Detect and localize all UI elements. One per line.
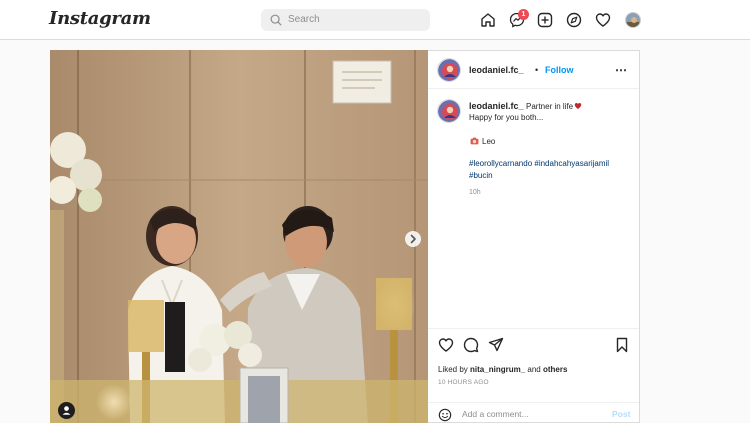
- couple-photo-image: [50, 50, 428, 423]
- search-icon: [270, 14, 282, 26]
- photo-credit: Leo: [482, 137, 496, 146]
- bookmark-icon[interactable]: [614, 337, 630, 353]
- explore-icon[interactable]: [566, 12, 582, 28]
- emoji-icon[interactable]: [438, 408, 452, 422]
- more-options-icon[interactable]: ⋯: [615, 63, 627, 77]
- post-photo[interactable]: [50, 50, 428, 423]
- comment-composer: Add a comment... Post: [428, 402, 639, 423]
- author-avatar-image: [438, 59, 460, 81]
- like-heart-icon[interactable]: [438, 337, 454, 353]
- post-actions: Liked by nita_ningrum_ and others 10 HOU…: [428, 328, 639, 423]
- post-details-panel: leodaniel.fc_ • Follow ⋯ leodaniel.fc_ P…: [428, 50, 640, 423]
- top-navigation-bar: Instagram Search 1: [0, 0, 750, 40]
- liked-by-user[interactable]: nita_ningrum_: [470, 365, 525, 374]
- heart-emoji-icon: [574, 103, 582, 109]
- notification-badge: 1: [518, 9, 529, 20]
- next-arrow-icon[interactable]: [405, 231, 421, 247]
- caption-line-2: Happy for you both...: [469, 113, 544, 122]
- caption-line-1: Partner in life: [526, 101, 574, 111]
- author-avatar[interactable]: [437, 58, 461, 82]
- activity-heart-icon[interactable]: [595, 12, 611, 28]
- user-tag-icon[interactable]: [58, 402, 75, 419]
- add-comment-input[interactable]: Add a comment...: [462, 409, 529, 419]
- camera-icon: [470, 137, 479, 145]
- search-placeholder: Search: [288, 14, 320, 25]
- share-icon[interactable]: [488, 337, 504, 353]
- likes-others-link[interactable]: others: [543, 365, 567, 374]
- caption-username[interactable]: leodaniel.fc_: [469, 101, 524, 111]
- likes-prefix: Liked by: [438, 365, 468, 374]
- profile-avatar[interactable]: [625, 12, 641, 28]
- header-separator: •: [535, 65, 539, 75]
- post-timestamp: 10 HOURS AGO: [438, 379, 489, 386]
- hashtags-line-2[interactable]: #bucin: [469, 171, 493, 180]
- post-comment-button[interactable]: Post: [612, 409, 630, 419]
- instagram-logo[interactable]: Instagram: [49, 8, 151, 29]
- follow-button[interactable]: Follow: [545, 65, 574, 75]
- hashtags-line-1[interactable]: #leorollycarnando #indahcahyasarijamil: [469, 159, 609, 168]
- comment-icon[interactable]: [463, 337, 479, 353]
- caption-avatar-image: [438, 100, 460, 122]
- post-header: leodaniel.fc_ • Follow ⋯: [428, 51, 639, 89]
- profile-avatar-image: [626, 13, 640, 27]
- caption-avatar[interactable]: [437, 99, 461, 123]
- author-username[interactable]: leodaniel.fc_: [469, 65, 524, 75]
- home-icon[interactable]: [480, 12, 496, 28]
- likes-summary: Liked by nita_ningrum_ and others: [438, 365, 567, 374]
- search-input[interactable]: Search: [261, 9, 430, 31]
- caption-time: 10h: [469, 189, 481, 196]
- likes-and: and: [527, 365, 541, 374]
- new-post-icon[interactable]: [537, 12, 553, 28]
